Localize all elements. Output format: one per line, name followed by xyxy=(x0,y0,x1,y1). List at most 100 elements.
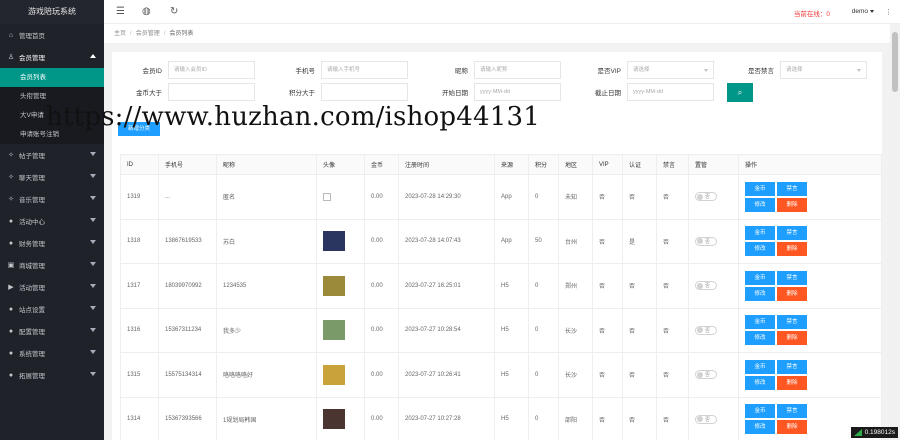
cell-banned: 否 xyxy=(656,218,689,264)
cell-nickname: 我多少 xyxy=(216,307,317,353)
cell-banned: 否 xyxy=(656,263,689,309)
toggle-switch[interactable]: 否 xyxy=(695,325,717,335)
edit-button[interactable]: 修改 xyxy=(745,197,775,212)
globe-icon[interactable]: ◍ xyxy=(142,6,151,18)
render-timer: 0.198012s xyxy=(850,427,898,438)
toggle-cell: 否 xyxy=(688,174,739,220)
broken-image-icon xyxy=(323,192,331,201)
toggle-cell: 否 xyxy=(688,352,739,398)
scrollbar-thumb[interactable] xyxy=(892,32,898,92)
search-button[interactable]: ⌕ xyxy=(727,83,753,102)
delete-button[interactable]: 删除 xyxy=(777,331,807,346)
toggle-switch[interactable]: 否 xyxy=(695,236,717,246)
avatar xyxy=(323,364,345,385)
sidebar-item-label: 聊天管理 xyxy=(19,175,45,182)
cell-points: 0 xyxy=(528,352,559,398)
column-header: 置管 xyxy=(688,154,739,175)
coins-button[interactable]: 金币 xyxy=(745,404,775,419)
toggle-switch[interactable]: 否 xyxy=(695,414,717,424)
ban-button[interactable]: 禁言 xyxy=(777,315,807,330)
coins-button[interactable]: 金币 xyxy=(745,270,775,285)
toggle-switch[interactable]: 否 xyxy=(695,281,717,290)
sidebar-item-label: 商城管理 xyxy=(19,263,45,270)
end-date-input[interactable]: yyyy-MM-dd xyxy=(627,83,714,101)
column-header: 来源 xyxy=(494,154,529,175)
sidebar-item[interactable]: ▣ 商城管理 xyxy=(0,254,104,276)
start-date-input[interactable]: yyyy-MM-dd xyxy=(474,83,561,101)
coins-button[interactable]: 金币 xyxy=(745,359,775,374)
edit-button[interactable]: 修改 xyxy=(745,242,775,257)
chevron-icon xyxy=(90,328,96,332)
menu-icon: ▣ xyxy=(7,262,15,269)
cell-coins: 0.00 xyxy=(364,396,399,440)
ban-button[interactable]: 禁言 xyxy=(777,270,807,285)
cell-region: 长沙 xyxy=(558,352,593,398)
sidebar-item[interactable]: ✧ 聊天管理 xyxy=(0,166,104,188)
coins-gt-input[interactable] xyxy=(168,83,255,101)
ban-button[interactable]: 禁言 xyxy=(777,359,807,374)
ban-button[interactable]: 禁言 xyxy=(777,181,807,196)
menu-icon: ● xyxy=(8,217,14,225)
edit-button[interactable]: 修改 xyxy=(745,420,775,435)
cell-points: 0 xyxy=(528,263,559,309)
vip-select[interactable]: 请选择 xyxy=(627,61,714,79)
toggle-switch[interactable]: 否 xyxy=(695,192,717,201)
phone-input[interactable]: 请输入手机号 xyxy=(321,61,408,79)
menu-icon: ● xyxy=(8,327,14,335)
sidebar-item[interactable]: ⌂ 管理首页 xyxy=(0,24,104,46)
breadcrumb: 主页 / 会员管理 / 会员列表 xyxy=(104,24,890,44)
column-header: 注册时间 xyxy=(398,154,495,175)
menu-toggle-icon[interactable]: ☰ xyxy=(116,6,125,18)
filter-label-vip: 是否VIP xyxy=(597,68,621,75)
chevron-icon xyxy=(90,174,96,178)
actions-cell: 金币 禁言 修改 删除 xyxy=(738,352,882,398)
toggle-switch[interactable]: 否 xyxy=(695,370,717,379)
coins-button[interactable]: 金币 xyxy=(745,181,775,196)
ban-button[interactable]: 禁言 xyxy=(777,404,807,419)
edit-button[interactable]: 修改 xyxy=(745,286,775,301)
filter-label-banned: 是否禁言 xyxy=(748,68,774,75)
refresh-icon[interactable]: ↻ xyxy=(170,6,178,18)
delete-button[interactable]: 删除 xyxy=(777,197,807,212)
table-row: 1317 18039970992 1234535 0.00 2023-07-27 16:… xyxy=(120,263,882,309)
member-id-input[interactable]: 请输入会员ID xyxy=(168,61,255,79)
nickname-input[interactable]: 请输入昵称 xyxy=(474,61,561,79)
page-scrollbar[interactable] xyxy=(890,24,900,440)
sidebar-item[interactable]: ✧ 音乐管理 xyxy=(0,188,104,210)
delete-button[interactable]: 删除 xyxy=(777,375,807,390)
breadcrumb-home[interactable]: 主页 xyxy=(114,31,126,37)
sidebar-item[interactable]: ✧ 帖子管理 xyxy=(0,144,104,166)
edit-button[interactable]: 修改 xyxy=(745,375,775,390)
filter-label-start-date: 开始日期 xyxy=(442,90,468,97)
more-icon[interactable]: ⋮ xyxy=(885,8,892,16)
delete-button[interactable]: 删除 xyxy=(777,286,807,301)
ban-button[interactable]: 禁言 xyxy=(777,226,807,241)
sidebar-subitem[interactable]: 会员列表 xyxy=(0,68,104,87)
sidebar-item[interactable]: ● 拓展管理 xyxy=(0,364,104,386)
sidebar-item[interactable]: ▶ 活动管理 xyxy=(0,276,104,298)
table-row: 1314 15367393566 1规划局韩国 0.00 2023-07-27 10:2… xyxy=(120,396,882,440)
sidebar-item-label: 管理首页 xyxy=(19,33,45,40)
sidebar-item[interactable]: ● 站点设置 xyxy=(0,298,104,320)
coins-button[interactable]: 金币 xyxy=(745,315,775,330)
search-icon: ⌕ xyxy=(737,88,743,97)
delete-button[interactable]: 删除 xyxy=(777,420,807,435)
delete-button[interactable]: 删除 xyxy=(777,242,807,257)
coins-button[interactable]: 金币 xyxy=(745,226,775,241)
banned-select[interactable]: 请选择 xyxy=(780,61,867,79)
sidebar-item[interactable]: ● 系统管理 xyxy=(0,342,104,364)
sidebar-item[interactable]: ● 配置管理 xyxy=(0,320,104,342)
cell-phone: ... xyxy=(158,174,217,220)
filter-label-member-id: 会员ID xyxy=(142,68,163,75)
menu-icon: ● xyxy=(8,371,14,379)
edit-button[interactable]: 修改 xyxy=(745,331,775,346)
sidebar-item[interactable]: ● 活动中心 xyxy=(0,210,104,232)
avatar xyxy=(323,231,345,252)
sidebar-item[interactable]: ● 财务管理 xyxy=(0,232,104,254)
table-row: 1316 15367311234 我多少 0.00 2023-07-27 10:28:5… xyxy=(120,307,882,353)
user-menu[interactable]: demo xyxy=(852,8,874,15)
cell-nickname: 1234535 xyxy=(216,263,317,309)
sidebar-item[interactable]: ♙ 会员管理 xyxy=(0,46,104,68)
points-gt-input[interactable] xyxy=(321,83,408,101)
breadcrumb-section[interactable]: 会员管理 xyxy=(136,31,160,37)
